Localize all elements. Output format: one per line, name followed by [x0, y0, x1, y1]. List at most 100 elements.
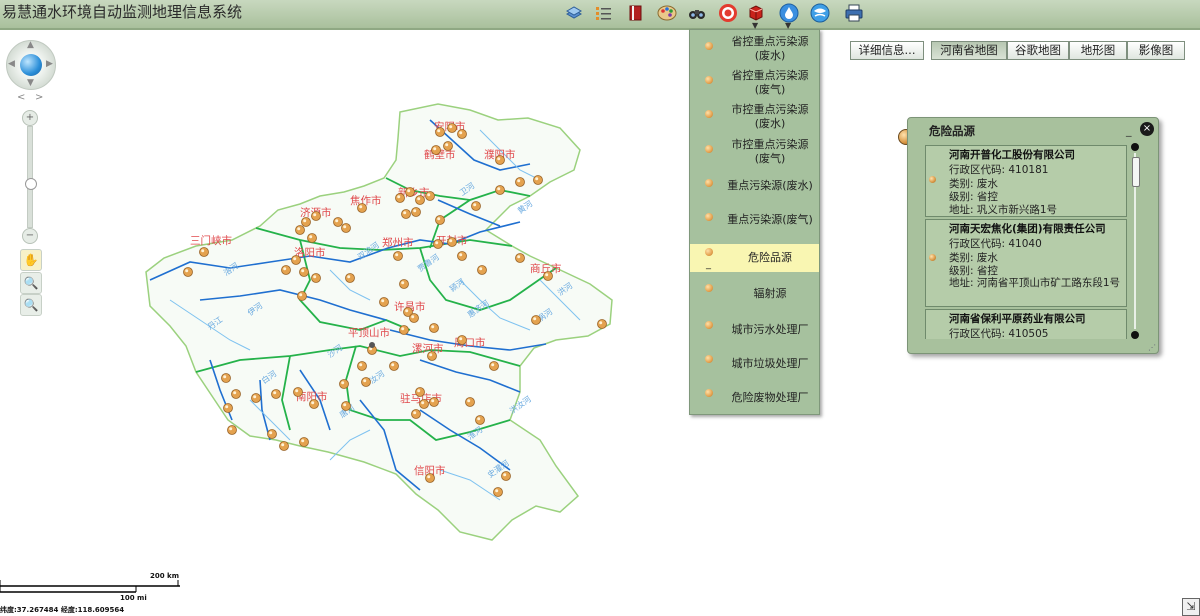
poi-marker[interactable]	[357, 203, 367, 213]
poi-marker[interactable]	[471, 201, 481, 211]
popup-scrollbar[interactable]	[1131, 143, 1140, 339]
poi-marker[interactable]	[515, 177, 525, 187]
list-item[interactable]: 河南天宏焦化(集团)有限责任公司 行政区代码: 41040 类别: 废水 级别:…	[925, 219, 1127, 307]
poi-marker[interactable]	[531, 315, 541, 325]
poi-marker[interactable]	[401, 209, 411, 219]
poi-marker[interactable]	[477, 265, 487, 275]
target-icon[interactable]	[717, 3, 739, 23]
poi-marker[interactable]	[279, 441, 289, 451]
poi-marker[interactable]	[333, 217, 343, 227]
poi-marker[interactable]	[339, 379, 349, 389]
henan-map[interactable]: 安阳市鹤壁市濮阳市新乡市焦作市济源市三门峡市洛阳市郑州市开封市商丘市许昌市平顶山…	[0, 0, 690, 560]
poi-marker[interactable]	[411, 207, 421, 217]
poi-marker[interactable]	[429, 323, 439, 333]
detail-info-button[interactable]: 详细信息...	[850, 41, 924, 60]
poi-marker[interactable]	[271, 389, 281, 399]
water-drop-icon[interactable]: ▼	[778, 3, 800, 30]
poi-marker[interactable]	[465, 397, 475, 407]
poi-marker[interactable]	[457, 335, 467, 345]
poi-marker[interactable]	[267, 429, 277, 439]
poi-marker[interactable]	[389, 361, 399, 371]
resize-grip-icon[interactable]: ⋰	[1148, 343, 1156, 352]
poi-marker[interactable]	[443, 141, 453, 151]
printer-icon[interactable]	[843, 3, 865, 23]
poi-marker[interactable]	[457, 251, 467, 261]
expand-icon[interactable]: ⇲	[1182, 598, 1200, 616]
poi-marker[interactable]	[221, 373, 231, 383]
poi-marker[interactable]	[301, 217, 311, 227]
layer-item-key-wastewater[interactable]: 重点污染源(废水)	[690, 174, 819, 198]
map-type-satellite[interactable]: 影像图	[1127, 41, 1185, 60]
poi-marker[interactable]	[291, 255, 301, 265]
poi-marker[interactable]	[395, 193, 405, 203]
poi-marker[interactable]	[341, 401, 351, 411]
poi-marker[interactable]	[597, 319, 607, 329]
scroll-up-icon[interactable]	[1131, 143, 1139, 151]
layer-item-key-waste-gas[interactable]: 重点污染源(废气)	[690, 208, 819, 232]
layer-item-city-wastewater[interactable]: 市控重点污染源(废水)	[690, 101, 819, 131]
poi-marker[interactable]	[433, 239, 443, 249]
poi-marker[interactable]	[515, 253, 525, 263]
poi-marker[interactable]	[295, 225, 305, 235]
poi-marker[interactable]	[457, 129, 467, 139]
poi-marker[interactable]	[431, 145, 441, 155]
poi-marker[interactable]	[489, 361, 499, 371]
poi-marker[interactable]	[447, 237, 457, 247]
poi-marker[interactable]	[475, 415, 485, 425]
scrollbar-thumb[interactable]	[1132, 157, 1140, 187]
poi-marker[interactable]	[533, 175, 543, 185]
close-icon[interactable]: ×	[1140, 122, 1154, 136]
layer-item-garbage-plant[interactable]: 城市垃圾处理厂	[690, 352, 819, 376]
layer-item-provincial-waste-gas[interactable]: 省控重点污染源(废气)	[690, 67, 819, 97]
poi-marker[interactable]	[493, 487, 503, 497]
poi-marker[interactable]	[399, 279, 409, 289]
map-type-terrain[interactable]: 地形图	[1069, 41, 1127, 60]
poi-marker[interactable]	[495, 155, 505, 165]
poi-marker[interactable]	[299, 267, 309, 277]
poi-marker[interactable]	[425, 191, 435, 201]
globe-icon[interactable]	[809, 3, 831, 23]
scroll-down-icon[interactable]	[1131, 331, 1139, 339]
poi-marker[interactable]	[399, 325, 409, 335]
poi-marker[interactable]	[405, 187, 415, 197]
poi-marker[interactable]	[415, 195, 425, 205]
poi-marker[interactable]	[293, 387, 303, 397]
minimize-button[interactable]: _	[1126, 124, 1132, 137]
poi-marker[interactable]	[419, 399, 429, 409]
layer-item-hazardous-source[interactable]: _ 危险品源	[690, 244, 819, 272]
poi-marker[interactable]	[379, 297, 389, 307]
poi-marker[interactable]	[251, 393, 261, 403]
poi-marker[interactable]	[281, 265, 291, 275]
poi-marker[interactable]	[435, 215, 445, 225]
popup-record-list[interactable]: 河南开普化工股份有限公司 行政区代码: 410181 类别: 废水 级别: 省控…	[925, 143, 1127, 339]
poi-marker[interactable]	[341, 223, 351, 233]
poi-marker[interactable]	[447, 123, 457, 133]
poi-marker[interactable]	[299, 437, 309, 447]
poi-marker[interactable]	[223, 403, 233, 413]
poi-marker[interactable]	[409, 313, 419, 323]
poi-marker[interactable]	[311, 211, 321, 221]
poi-marker[interactable]	[543, 271, 553, 281]
poi-marker[interactable]	[345, 273, 355, 283]
map-type-google[interactable]: 谷歌地图	[1007, 41, 1069, 60]
cube-icon[interactable]: ▼	[745, 3, 767, 30]
poi-marker[interactable]	[183, 267, 193, 277]
poi-marker[interactable]	[361, 377, 371, 387]
list-item[interactable]: 河南省保利平原药业有限公司 行政区代码: 410505	[925, 309, 1127, 339]
list-item[interactable]: 河南开普化工股份有限公司 行政区代码: 410181 类别: 废水 级别: 省控…	[925, 145, 1127, 217]
layer-item-hazardous-waste-plant[interactable]: 危险废物处理厂	[690, 386, 819, 410]
poi-marker[interactable]	[231, 389, 241, 399]
poi-marker[interactable]	[429, 397, 439, 407]
poi-marker[interactable]	[199, 247, 209, 257]
poi-marker[interactable]	[427, 351, 437, 361]
poi-marker[interactable]	[435, 127, 445, 137]
map-type-henan[interactable]: 河南省地图	[931, 41, 1007, 60]
poi-marker[interactable]	[297, 291, 307, 301]
poi-marker[interactable]	[227, 425, 237, 435]
poi-marker[interactable]	[495, 185, 505, 195]
poi-marker[interactable]	[357, 361, 367, 371]
poi-marker[interactable]	[425, 473, 435, 483]
poi-marker[interactable]	[309, 399, 319, 409]
layer-item-provincial-wastewater[interactable]: 省控重点污染源(废水)	[690, 33, 819, 63]
layer-item-sewage-plant[interactable]: 城市污水处理厂	[690, 318, 819, 342]
